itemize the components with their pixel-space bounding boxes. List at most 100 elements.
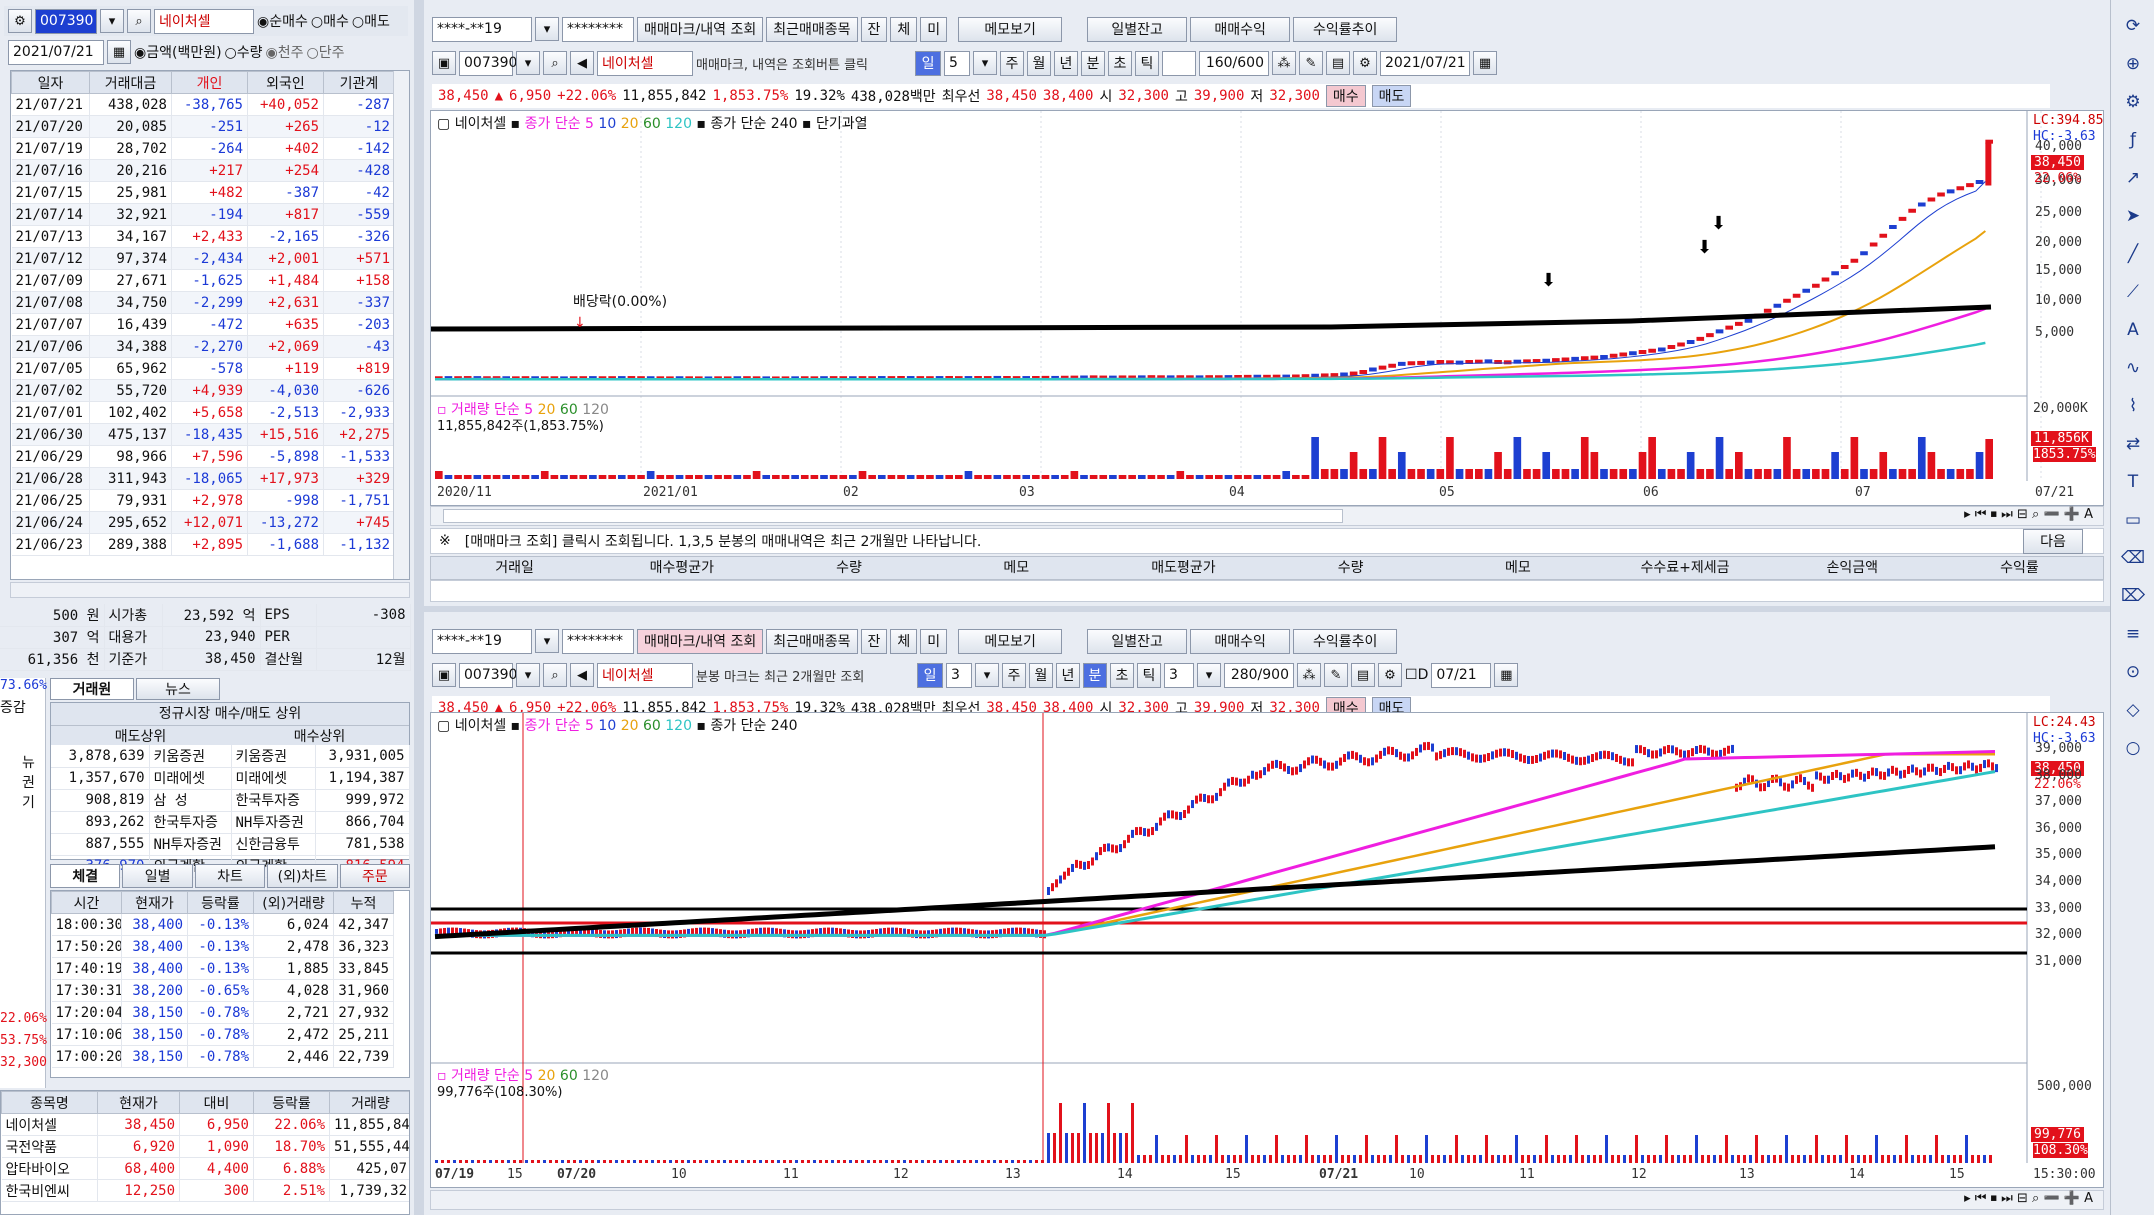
profit-trend-button[interactable]: 수익률추이 [1293,628,1398,654]
d-checkbox[interactable]: ☐D [1405,667,1428,683]
list-item[interactable]: 한국비엔씨 12,250 300 2.51% 1,739,32 [1,1179,409,1202]
balance-button[interactable]: 잔 [860,16,888,42]
settings-icon[interactable]: ⚙ [1353,51,1377,75]
trade-profit-button[interactable]: 매매수익 [1190,16,1291,42]
calendar-icon[interactable]: ▦ [107,40,131,64]
trade-profit-button[interactable]: 매매수익 [1190,628,1291,654]
tool-14-icon[interactable]: ▭ [2117,504,2149,536]
memo-button[interactable]: 메모보기 [958,628,1063,654]
tool-20-icon[interactable]: ○ [2117,732,2149,764]
tool-6-icon[interactable]: ➤ [2117,200,2149,232]
period-2-button[interactable]: 년 [1056,662,1080,688]
investor-scrollbar[interactable] [393,71,409,579]
daily-chart[interactable]: ⬇ ⬇ ⬇ ↓ ▢ 네이처셀 ▪ 종가 단순 5 10 20 60 120 ▪ 종가 … [430,110,2104,506]
tool-a-icon[interactable]: ⁂ [1272,51,1296,75]
table-row[interactable]: 21/07/05 65,962 -578 +119 +819 [11,357,395,380]
table-row[interactable]: 21/07/06 34,388 -2,270 +2,069 -43 [11,335,395,358]
tick-row[interactable]: 17:30:31 38,200 -0.65% 4,028 31,960 [51,979,394,1002]
gear-icon[interactable]: ⚙ [8,9,32,33]
min-dropdown-icon[interactable]: ▾ [1197,663,1221,687]
trade-col-header[interactable]: 메모 [1434,557,1601,579]
memo-button[interactable]: 메모보기 [958,16,1063,42]
period-1-button[interactable]: 월 [1029,662,1053,688]
tab-chart[interactable]: 차트 [194,864,266,888]
period-4-button[interactable]: 초 [1110,662,1134,688]
tool-4-icon[interactable]: ƒ [2117,124,2149,156]
buy-button[interactable]: 매수 [1325,85,1366,107]
account-input[interactable]: ****-**19 [432,628,532,654]
sound-icon[interactable]: ◀ [570,51,594,75]
tick-row[interactable]: 17:00:20 38,150 -0.78% 2,446 22,739 [51,1045,394,1068]
col-header[interactable]: 거래량 [329,1091,409,1114]
count-input[interactable]: 280/900 [1224,662,1294,688]
exec-button[interactable]: 체 [890,16,918,42]
calendar-icon[interactable]: ▦ [1473,51,1497,75]
radio-net[interactable]: ◉순매수 [257,11,308,31]
search-icon[interactable]: ⌕ [127,9,151,33]
col-header[interactable]: 거래대금 [89,71,172,94]
col-header[interactable]: 기관계 [323,71,395,94]
table-row[interactable]: 21/07/07 16,439 -472 +635 -203 [11,313,395,336]
period-day-button[interactable]: 일 [917,662,943,688]
table-row[interactable]: 21/07/12 97,374 -2,434 +2,001 +571 [11,247,395,270]
table-row[interactable]: 21/07/16 20,216 +217 +254 -428 [11,159,395,182]
period-num[interactable]: 3 [946,662,972,688]
trade-col-header[interactable]: 손익금액 [1769,557,1936,579]
radio-qty[interactable]: ○수량 [225,42,263,62]
broker-row[interactable]: 887,555 NH투자증권 신한금융투 781,538 [51,833,410,856]
chart-name-field[interactable]: 네이처셀 [597,50,693,76]
account-dropdown-icon[interactable]: ▾ [535,629,559,653]
radio-amount[interactable]: ◉금액(백만원) [134,42,222,62]
trade-col-header[interactable]: 수수료+제세금 [1601,557,1768,579]
period-3-button[interactable]: 분 [1081,50,1105,76]
table-row[interactable]: 21/06/30 475,137 -18,435 +15,516 +2,275 [11,423,395,446]
tab-broker[interactable]: 거래원 [50,678,134,700]
account-dropdown-icon[interactable]: ▾ [535,17,559,41]
recent-trades-button[interactable]: 최근매매종목 [766,628,858,654]
radio-unit[interactable]: ○단주 [307,42,345,62]
period-5-button[interactable]: 틱 [1135,50,1159,76]
col-header[interactable]: 등락률 [253,1091,330,1114]
mark-query-button[interactable]: 매매마크/내역 조회 [637,16,764,42]
tick-row[interactable]: 17:50:20 38,400 -0.13% 2,478 36,323 [51,935,394,958]
tool-10-icon[interactable]: ∿ [2117,352,2149,384]
period-2-button[interactable]: 년 [1054,50,1078,76]
chart-date-input[interactable]: 2021/07/21 [1380,50,1470,76]
account-input[interactable]: ****-**19 [432,16,532,42]
tick-row[interactable]: 17:40:19 38,400 -0.13% 1,885 33,845 [51,957,394,980]
tick-row[interactable]: 17:10:06 38,150 -0.78% 2,472 25,211 [51,1023,394,1046]
minute-chart[interactable]: ▢ 네이처셀 ▪ 종가 단순 5 10 20 60 120 ▪ 종가 단순 24… [430,712,2104,1188]
save-icon[interactable]: ▤ [1351,663,1375,687]
col-header[interactable]: 개인 [171,71,248,94]
trade-col-header[interactable]: 수익률 [1936,557,2103,579]
dropdown-icon[interactable]: ▾ [100,9,124,33]
code-dropdown-icon[interactable]: ▾ [516,51,540,75]
trade-col-header[interactable]: 매도평균가 [1100,557,1267,579]
period-dropdown-icon[interactable]: ▾ [973,51,997,75]
table-row[interactable]: 21/07/15 25,981 +482 -387 -42 [11,181,395,204]
chart-scrollbar[interactable]: ▸ ⏮ ⏹ ⏭ ⊟ ⌕ ➖ ➕ A [430,506,2104,526]
tool-2-icon[interactable]: ⊕ [2117,48,2149,80]
tool-19-icon[interactable]: ◇ [2117,694,2149,726]
tool-a-icon[interactable]: ⁂ [1297,663,1321,687]
tab-news[interactable]: 뉴스 [136,678,220,700]
tool-7-icon[interactable]: ╱ [2117,238,2149,270]
tool-15-icon[interactable]: ⌫ [2117,542,2149,574]
broker-row[interactable]: 893,262 한국투자증 NH투자증권 866,704 [51,811,410,834]
table-row[interactable]: 21/06/28 311,943 -18,065 +17,973 +329 [11,467,395,490]
radio-sell[interactable]: ○매도 [352,11,390,31]
period-day-button[interactable]: 일 [915,50,941,76]
period-num[interactable]: 5 [944,50,970,76]
chart-date-input[interactable]: 07/21 [1431,662,1492,688]
broker-row[interactable]: 908,819 삼 성 한국투자증 999,972 [51,789,410,812]
col-header[interactable]: 일자 [11,71,90,94]
list-item[interactable]: 국전약품 6,920 1,090 18.70% 51,555,44 [1,1135,409,1158]
profit-trend-button[interactable]: 수익률추이 [1293,16,1398,42]
password-input[interactable]: ******** [562,628,634,654]
chart-code-input[interactable]: 007390 [459,50,517,76]
chart-code-input[interactable]: 007390 [459,662,517,688]
trade-col-header[interactable]: 메모 [933,557,1100,579]
tool-b-icon[interactable]: ✎ [1324,663,1348,687]
table-row[interactable]: 21/07/21 438,028 -38,765 +40,052 -287 [11,93,395,116]
table-row[interactable]: 21/07/08 34,750 -2,299 +2,631 -337 [11,291,395,314]
